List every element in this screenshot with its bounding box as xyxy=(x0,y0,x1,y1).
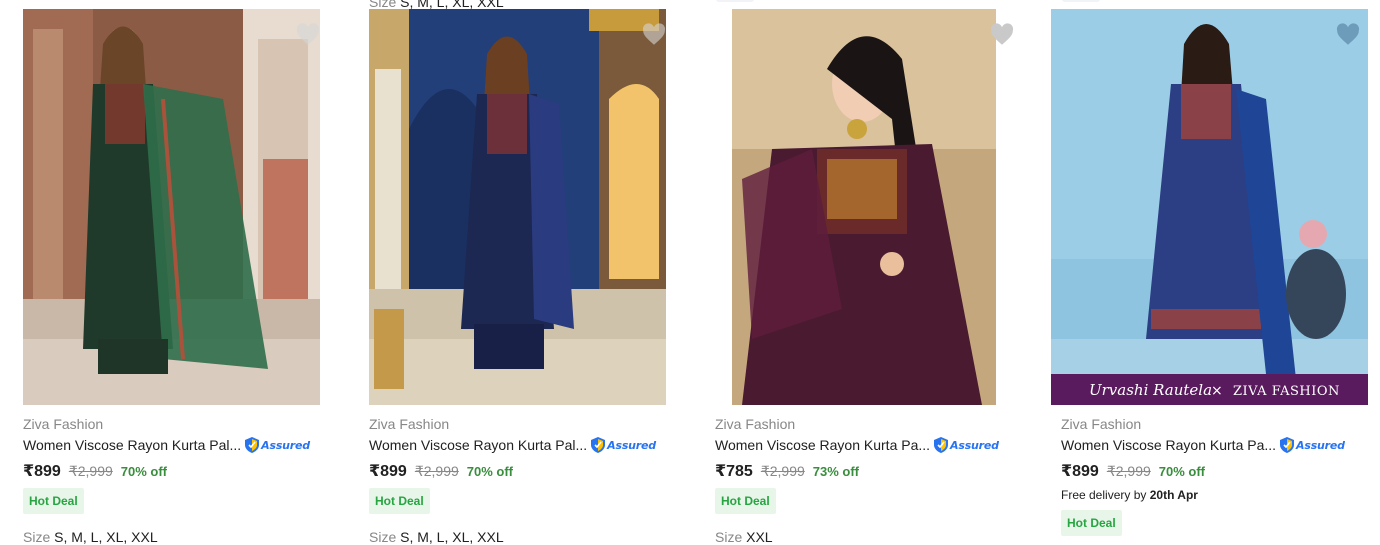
assured-shield-icon xyxy=(245,437,260,453)
size-info: Size XXL xyxy=(715,529,773,545)
product-card[interactable]: Ziva Fashion Women Viscose Rayon Kurta P… xyxy=(23,0,323,545)
assured-badge: Assured xyxy=(245,436,310,454)
original-price: ₹2,999 xyxy=(414,463,459,479)
kurta-blue-image[interactable]: Urvashi Rautela × ZIVA FASHION xyxy=(1051,9,1368,405)
product-card[interactable]: Ziva Fashion Women Viscose Rayon Kurta P… xyxy=(369,0,669,545)
wishlist-heart-icon[interactable] xyxy=(641,22,667,48)
discount-percent: 70% off xyxy=(1158,464,1206,479)
selling-price: ₹899 xyxy=(1061,463,1099,480)
hot-deal-badge: Hot Deal xyxy=(1061,510,1122,536)
product-title[interactable]: Women Viscose Rayon Kurta Pa... xyxy=(1061,437,1276,453)
discount-percent: 70% off xyxy=(120,464,168,479)
brand-name: Ziva Fashion xyxy=(715,416,796,432)
product-title[interactable]: Women Viscose Rayon Kurta Pa... xyxy=(715,437,930,453)
hot-deal-badge: Hot Deal xyxy=(23,488,84,514)
product-title[interactable]: Women Viscose Rayon Kurta Pal... xyxy=(369,437,587,453)
delivery-info: Free delivery by 20th Apr xyxy=(1061,488,1198,502)
product-card[interactable]: Urvashi Rautela × ZIVA FASHION Ziva Fash… xyxy=(1051,0,1368,544)
banner-right-text: ZIVA FASHION xyxy=(1233,384,1340,399)
assured-badge: Assured xyxy=(934,436,999,454)
brand-name: Ziva Fashion xyxy=(23,416,104,432)
discount-percent: 70% off xyxy=(466,464,514,479)
kurta-green-image[interactable] xyxy=(23,9,320,405)
assured-shield-icon xyxy=(934,437,949,453)
assured-shield-icon xyxy=(591,437,606,453)
assured-badge: Assured xyxy=(1280,436,1345,454)
original-price: ₹2,999 xyxy=(68,463,113,479)
hot-deal-badge: Hot Deal xyxy=(715,488,776,514)
kurta-wine-image[interactable] xyxy=(732,9,996,405)
original-price: ₹2,999 xyxy=(760,463,805,479)
assured-badge: Assured xyxy=(591,436,656,454)
brand-name: Ziva Fashion xyxy=(1061,416,1142,432)
brand-name: Ziva Fashion xyxy=(369,416,450,432)
product-card[interactable]: Ziva Fashion Women Viscose Rayon Kurta P… xyxy=(715,0,1015,545)
discount-percent: 73% off xyxy=(812,464,860,479)
selling-price: ₹899 xyxy=(23,463,61,480)
size-info: Size S, M, L, XL, XXL xyxy=(23,529,158,545)
wishlist-heart-icon[interactable] xyxy=(989,22,1015,48)
banner-x-text: × xyxy=(1211,383,1223,399)
hot-deal-badge: Hot Deal xyxy=(369,488,430,514)
wishlist-heart-icon[interactable] xyxy=(295,22,321,48)
assured-shield-icon xyxy=(1280,437,1295,453)
original-price: ₹2,999 xyxy=(1106,463,1151,479)
wishlist-heart-icon[interactable] xyxy=(1335,22,1361,48)
product-title[interactable]: Women Viscose Rayon Kurta Pal... xyxy=(23,437,241,453)
selling-price: ₹785 xyxy=(715,463,753,480)
size-info: Size S, M, L, XL, XXL xyxy=(369,529,504,545)
banner-left-text: Urvashi Rautela xyxy=(1089,381,1212,399)
kurta-navy-image[interactable] xyxy=(369,9,666,405)
selling-price: ₹899 xyxy=(369,463,407,480)
